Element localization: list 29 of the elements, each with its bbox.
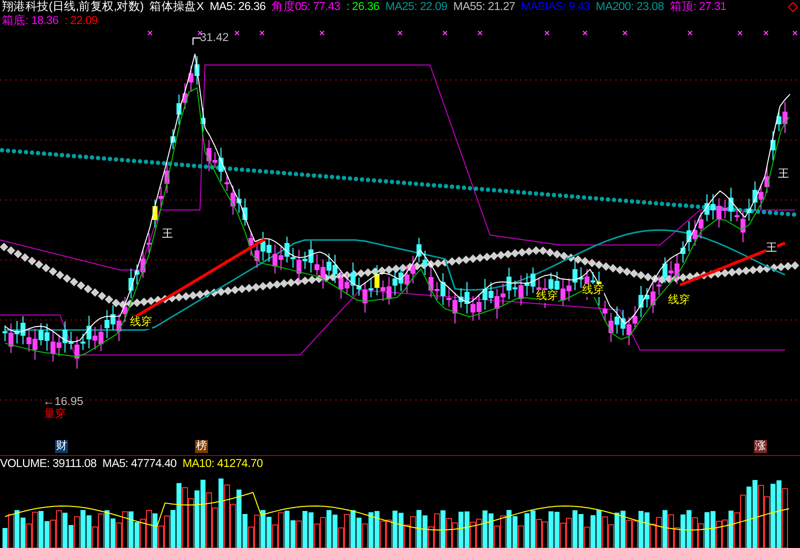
event-marker[interactable]: 涨 [754, 440, 767, 453]
indicator-value: MABIAS: 9.43 [521, 0, 590, 14]
indicator-value: MA200: 23.08 [596, 0, 664, 14]
indicator-value: : 26.36 [346, 0, 380, 14]
indicator-value: MA5: 47774.40 [102, 457, 177, 471]
event-marker[interactable]: 榜 [195, 440, 208, 453]
signal-label: 量穿 [44, 408, 66, 421]
indicator-value: MA10: 41274.70 [182, 457, 263, 471]
indicator-value: MA55: 21.27 [453, 0, 516, 14]
indicator-value: 箱底: 18.36 [2, 14, 58, 28]
price-label: 31.42 [200, 32, 229, 44]
price-label: ←16.95 [43, 396, 84, 408]
indicator-value: 箱体操盘X [150, 0, 204, 14]
signal-label: 王 [162, 228, 173, 241]
indicator-value: MA5: 26.36 [210, 0, 266, 14]
indicator-value: 角度05: 77.43 [272, 0, 340, 14]
signal-label: 线穿 [130, 316, 152, 329]
signal-label: 线穿 [582, 284, 604, 297]
signal-label: 王 [766, 242, 777, 255]
indicator-value: VOLUME: 39111.08 [0, 457, 96, 471]
indicator-value: 翔港科技(日线,前复权,对数) [2, 0, 144, 14]
indicator-value: MA25: 22.09 [385, 0, 448, 14]
diamond-icon [788, 2, 798, 12]
indicator-value: : 22.09 [64, 14, 98, 28]
event-marker[interactable]: 财 [55, 440, 68, 453]
signal-label: 王 [778, 168, 789, 181]
indicator-value: 箱顶: 27.31 [670, 0, 726, 14]
signal-label: 线穿 [536, 290, 558, 303]
signal-label: 线穿 [668, 294, 690, 307]
